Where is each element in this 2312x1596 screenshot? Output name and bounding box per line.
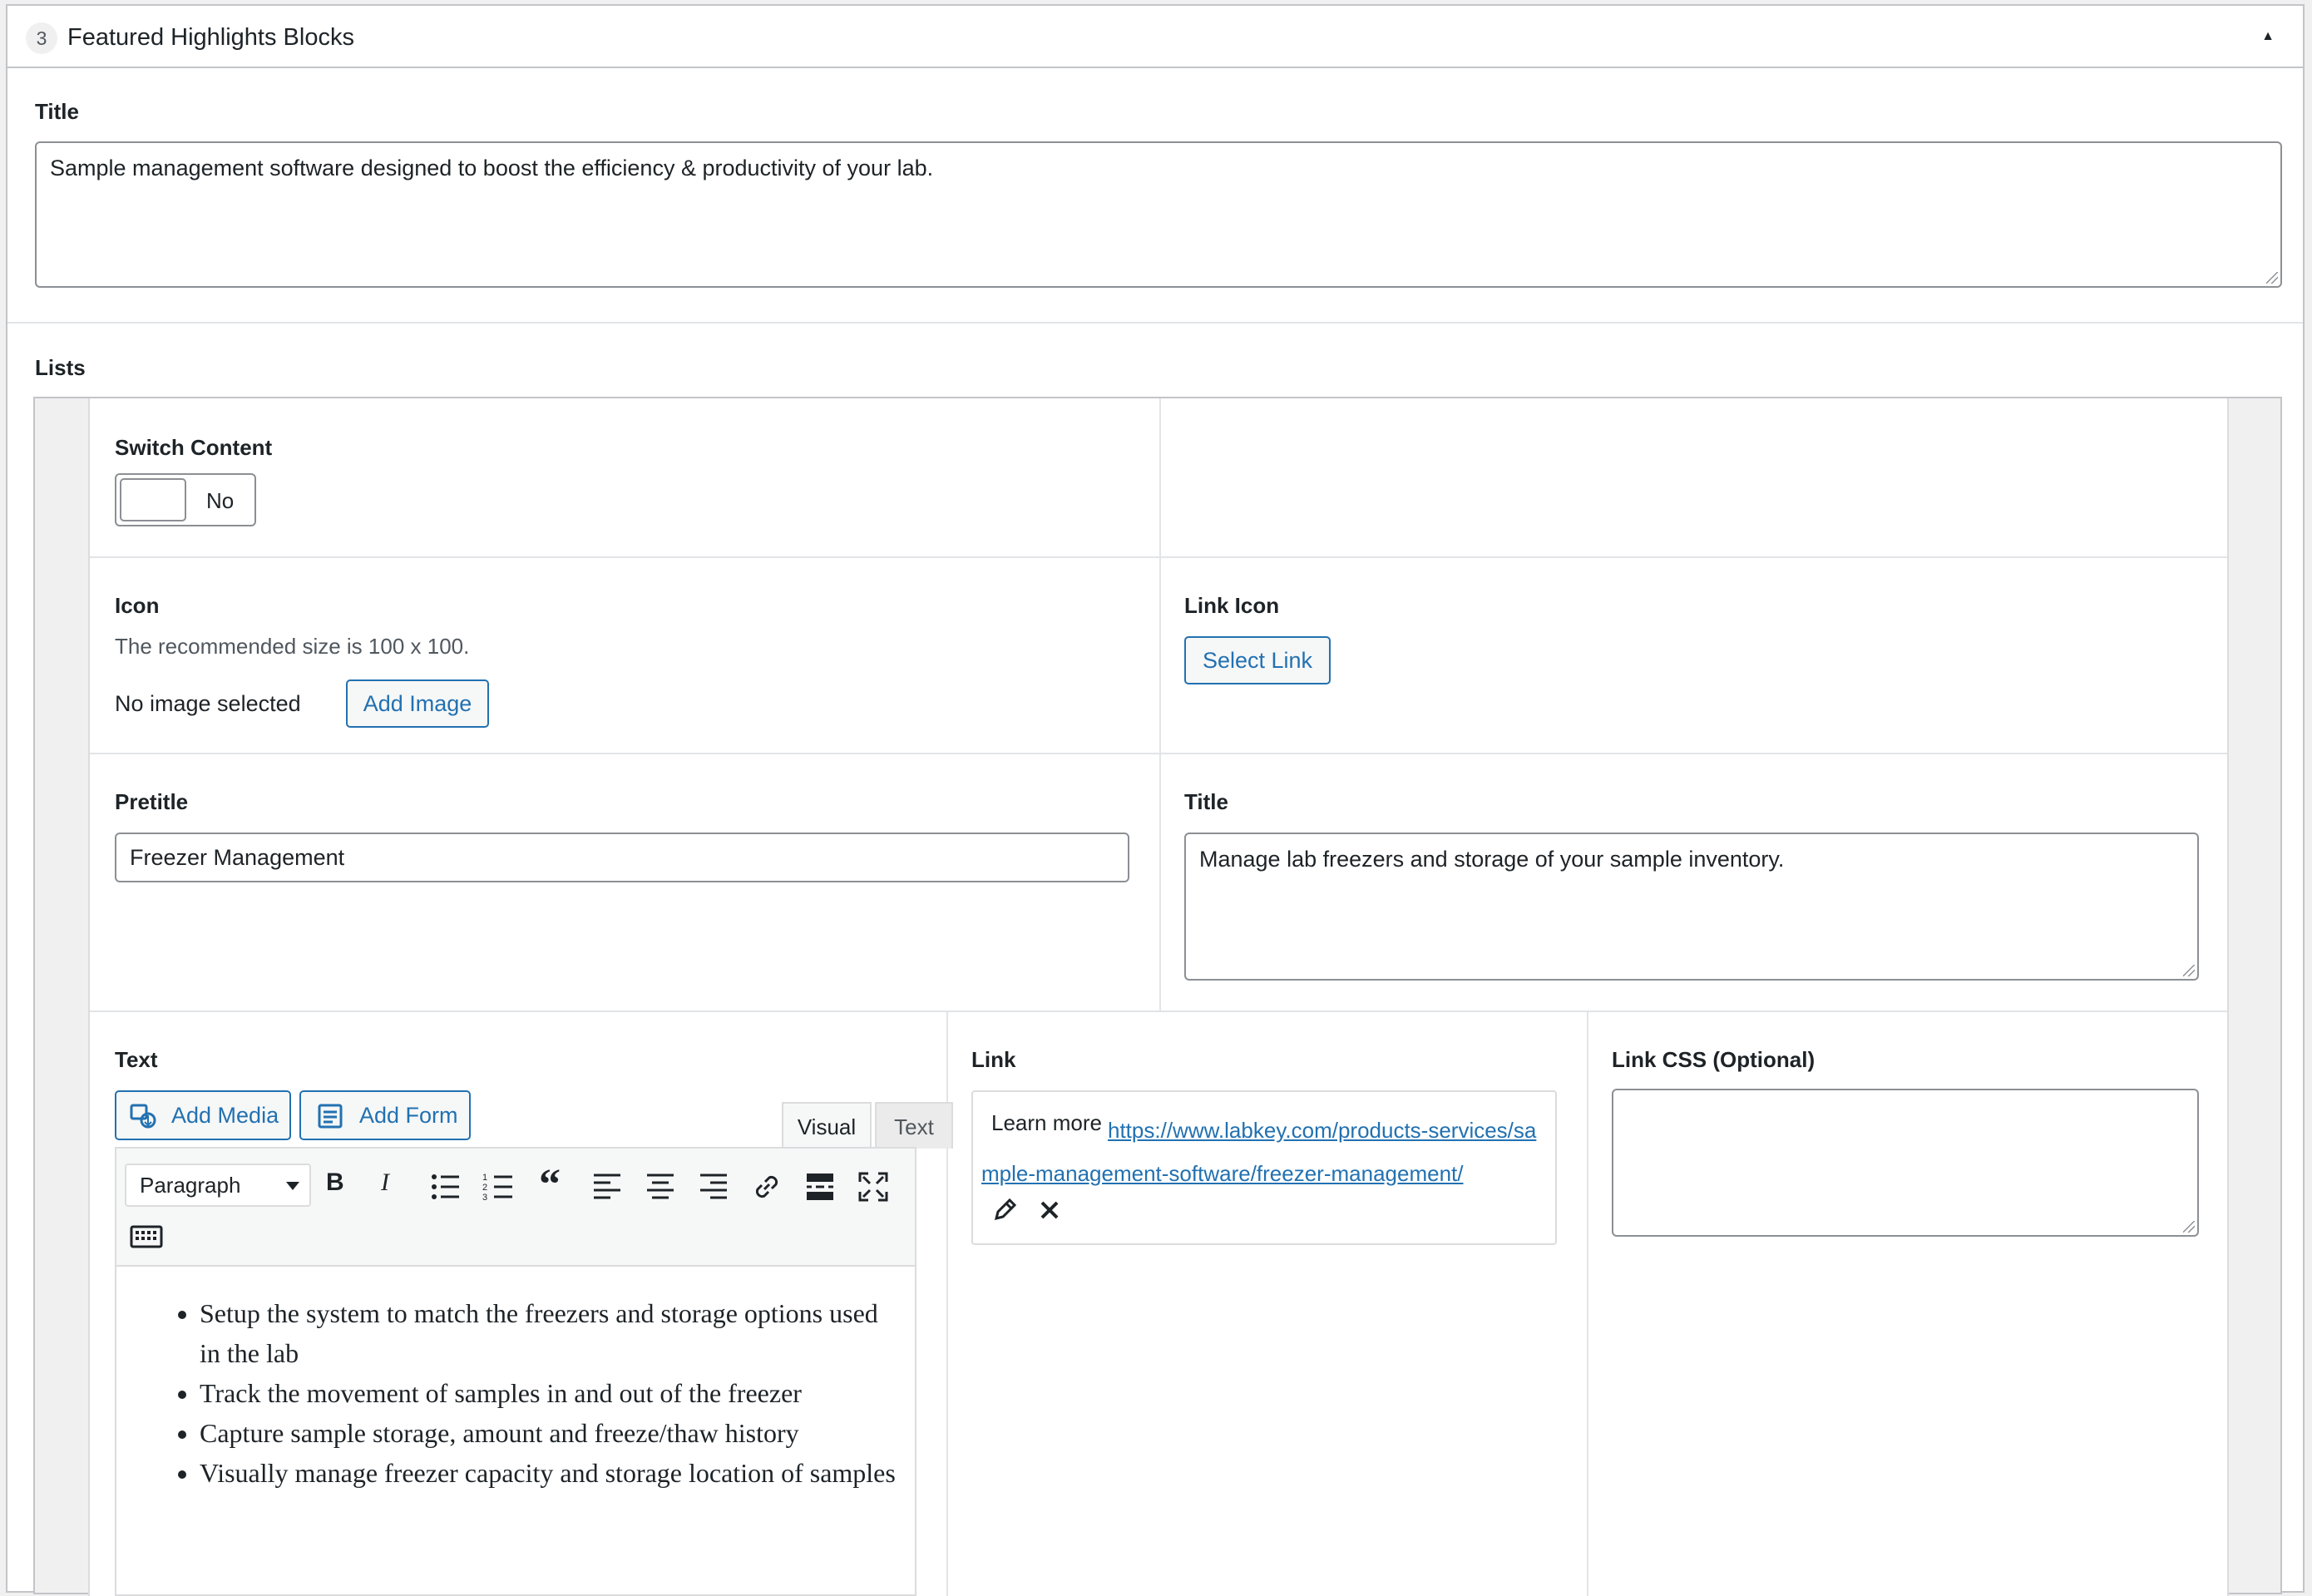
row-divider xyxy=(90,1010,2227,1012)
list-item: Setup the system to match the freezers a… xyxy=(200,1293,898,1373)
featured-highlights-panel: 3 Featured Highlights Blocks ▲ Title Sam… xyxy=(6,4,2305,1596)
keyboard-icon[interactable] xyxy=(130,1220,163,1253)
text-label: Text xyxy=(115,1047,158,1072)
bold-icon[interactable]: B xyxy=(326,1169,359,1202)
editor-toolbar: Paragraph B I 123 “ xyxy=(116,1149,915,1267)
row-divider xyxy=(90,556,2227,558)
row-divider xyxy=(90,753,2227,754)
align-left-icon[interactable] xyxy=(590,1170,624,1203)
item-title-textarea[interactable]: Manage lab freezers and storage of your … xyxy=(1184,833,2199,981)
align-center-icon[interactable] xyxy=(644,1170,677,1203)
lists-label: Lists xyxy=(35,355,86,380)
list-item: Visually manage freezer capacity and sto… xyxy=(200,1453,898,1493)
link-url[interactable]: https://www.labkey.com/products-services… xyxy=(981,1109,1547,1195)
collapse-arrow-icon[interactable]: ▲ xyxy=(2261,29,2275,44)
section-number-badge: 3 xyxy=(26,22,57,54)
pretitle-label: Pretitle xyxy=(115,789,189,814)
section-divider xyxy=(7,322,2303,324)
format-select[interactable]: Paragraph xyxy=(125,1164,311,1207)
pretitle-input[interactable]: Freezer Management xyxy=(115,833,1129,882)
close-icon[interactable] xyxy=(1038,1198,1061,1222)
link-icon-label: Link Icon xyxy=(1184,593,1280,618)
icon-description: The recommended size is 100 x 100. xyxy=(115,634,470,659)
repeater-row: Switch Content No Icon The recommended s… xyxy=(88,398,2229,1596)
resize-handle-icon[interactable] xyxy=(2183,1221,2195,1233)
text-editor: Paragraph B I 123 “ • Setup the system t… xyxy=(115,1147,916,1596)
toggle-knob xyxy=(120,478,186,521)
column-divider xyxy=(1587,1010,1588,1596)
svg-text:3: 3 xyxy=(482,1193,487,1203)
item-title-value: Manage lab freezers and storage of your … xyxy=(1199,847,1785,872)
tab-text[interactable]: Text xyxy=(875,1102,953,1149)
item-title-label: Title xyxy=(1184,789,1228,814)
svg-text:1: 1 xyxy=(482,1173,487,1183)
title-textarea-value: Sample management software designed to b… xyxy=(50,156,934,180)
lists-repeater: Switch Content No Icon The recommended s… xyxy=(33,397,2282,1596)
form-icon xyxy=(318,1104,343,1129)
link-label: Link xyxy=(971,1047,1016,1072)
switch-content-label: Switch Content xyxy=(115,435,273,460)
resize-handle-icon[interactable] xyxy=(2183,965,2195,976)
svg-text:2: 2 xyxy=(482,1183,487,1193)
title-label: Title xyxy=(35,99,79,124)
add-image-button[interactable]: Add Image xyxy=(346,679,489,728)
pretitle-value: Freezer Management xyxy=(130,845,345,870)
chevron-down-icon xyxy=(286,1182,299,1190)
list-item: Capture sample storage, amount and freez… xyxy=(200,1413,898,1453)
panel-header[interactable]: 3 Featured Highlights Blocks ▲ xyxy=(7,6,2303,68)
align-right-icon[interactable] xyxy=(697,1170,730,1203)
column-divider xyxy=(1159,398,1161,1010)
link-css-label: Link CSS (Optional) xyxy=(1612,1047,1816,1072)
title-textarea[interactable]: Sample management software designed to b… xyxy=(35,141,2282,288)
section-title: Featured Highlights Blocks xyxy=(67,24,354,51)
resize-handle-icon[interactable] xyxy=(2266,272,2278,284)
fullscreen-icon[interactable] xyxy=(857,1170,890,1203)
icon-label: Icon xyxy=(115,593,160,618)
add-media-label: Add Media xyxy=(171,1103,279,1128)
tab-visual[interactable]: Visual xyxy=(782,1102,872,1149)
add-media-button[interactable]: Add Media xyxy=(115,1090,291,1140)
italic-icon[interactable]: I xyxy=(381,1169,414,1202)
list-item: Track the movement of samples in and out… xyxy=(200,1373,898,1413)
select-link-button[interactable]: Select Link xyxy=(1184,636,1331,684)
icon-status: No image selected xyxy=(115,691,301,716)
bullet-list: Setup the system to match the freezers a… xyxy=(116,1293,915,1493)
pencil-icon[interactable] xyxy=(991,1197,1018,1223)
add-form-label: Add Form xyxy=(359,1103,458,1128)
blockquote-icon[interactable]: “ xyxy=(539,1160,572,1208)
read-more-icon[interactable] xyxy=(803,1170,837,1203)
switch-content-toggle[interactable]: No xyxy=(115,473,256,526)
column-divider xyxy=(946,1010,948,1596)
bullet-list-icon[interactable] xyxy=(429,1170,462,1203)
toggle-state: No xyxy=(206,488,235,513)
link-css-textarea[interactable] xyxy=(1612,1089,2199,1237)
add-form-button[interactable]: Add Form xyxy=(299,1090,471,1140)
numbered-list-icon[interactable]: 123 xyxy=(482,1170,516,1203)
link-icon[interactable] xyxy=(750,1170,783,1203)
format-select-value: Paragraph xyxy=(140,1173,241,1198)
editor-content[interactable]: Setup the system to match the freezers a… xyxy=(116,1268,915,1493)
link-preview: Learn more https://www.labkey.com/produc… xyxy=(971,1090,1557,1245)
add-media-icon xyxy=(130,1104,156,1129)
